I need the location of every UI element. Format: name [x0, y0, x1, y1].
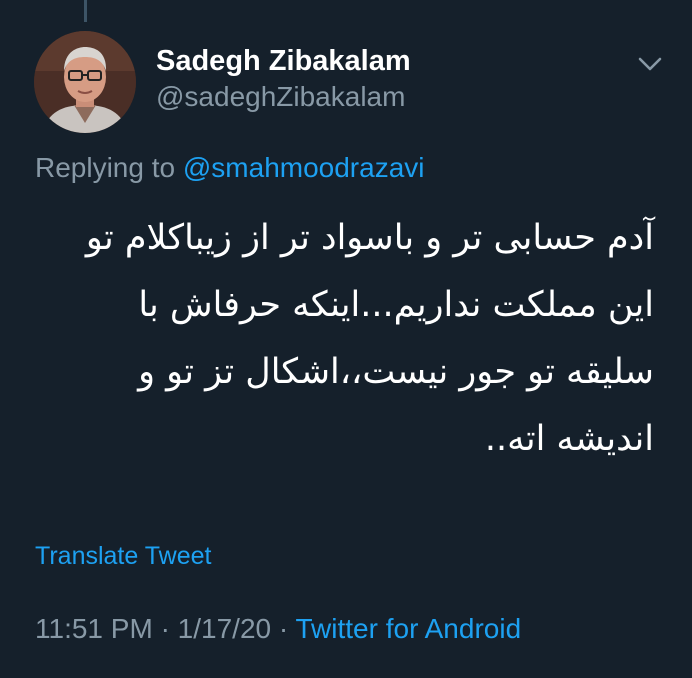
author-display-name[interactable]: Sadegh Zibakalam	[156, 44, 411, 78]
reply-thread-line	[84, 0, 87, 22]
replying-to-label: Replying to	[35, 152, 176, 183]
avatar-photo	[34, 31, 136, 133]
meta-separator: ·	[160, 613, 170, 644]
meta-separator: ·	[278, 613, 289, 644]
chevron-down-icon[interactable]	[636, 54, 664, 74]
tweet-text-line: سلیقه تو جور نیست،،اشکال تز تو و	[138, 352, 654, 392]
tweet-text-line: آدم حسابی تر و باسواد تر از زیباکلام تو	[85, 218, 654, 258]
tweet-text-line: اندیشه اته..	[484, 419, 654, 459]
translate-tweet-link[interactable]: Translate Tweet	[35, 540, 211, 572]
tweet-meta: 11:51 PM · 1/17/20 · Twitter for Android	[35, 612, 521, 646]
tweet-header: Sadegh Zibakalam @sadeghZibakalam	[156, 44, 411, 114]
avatar[interactable]	[34, 31, 136, 133]
tweet-date[interactable]: 1/17/20	[178, 613, 271, 644]
tweet-source-link[interactable]: Twitter for Android	[295, 613, 521, 644]
tweet-time[interactable]: 11:51 PM	[35, 613, 153, 644]
tweet-text-line: این مملکت نداریم...اینکه حرفاش با	[138, 285, 654, 325]
tweet-text: آدم حسابی تر و باسواد تر از زیباکلام تو …	[14, 205, 654, 473]
author-handle[interactable]: @sadeghZibakalam	[156, 80, 411, 114]
replying-to: Replying to @smahmoodrazavi	[35, 151, 425, 185]
replying-to-mention[interactable]: @smahmoodrazavi	[183, 152, 425, 183]
